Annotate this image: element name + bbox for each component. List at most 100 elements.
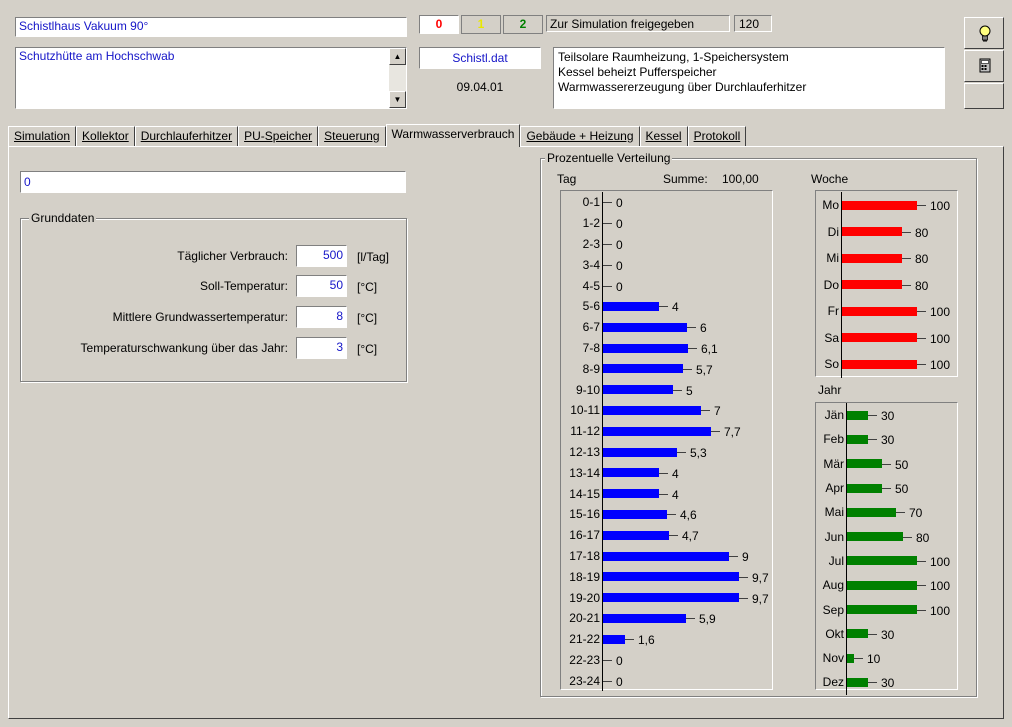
tag-value-label: 5,7	[696, 362, 713, 377]
woche-value-tick	[917, 205, 926, 207]
tag-category-label: 2-3	[582, 237, 600, 251]
tag-value-tick	[603, 264, 612, 266]
tag-value-label: 0	[616, 654, 623, 668]
jahr-value-label: 30	[881, 627, 895, 642]
tag-bar	[603, 468, 659, 478]
tab-simulation[interactable]: Simulation	[8, 126, 77, 146]
woche-category-label: Di	[827, 224, 839, 239]
extra-button[interactable]	[964, 83, 1004, 109]
tag-category-label: 4-5	[582, 278, 600, 293]
woche-bar	[842, 280, 902, 290]
system-line-2: Kessel beheizt Pufferspeicher	[558, 65, 717, 79]
system-description: Teilsolare Raumheizung, 1-Speichersystem…	[553, 47, 945, 109]
tag-category-label: 12-13	[569, 445, 600, 459]
tag-value-label: 4	[672, 487, 679, 502]
woche-bar	[842, 359, 917, 369]
jahr-value-label: 30	[881, 433, 895, 448]
jahr-bar	[847, 459, 882, 469]
tag-bar	[603, 634, 625, 644]
tab-gebäude-heizung[interactable]: Gebäude + Heizung	[520, 126, 640, 146]
grunddaten-label: Soll-Temperatur:	[199, 279, 288, 293]
tag-value-tick	[659, 306, 668, 308]
woche-value-tick	[917, 364, 926, 366]
grunddaten-label: Mittlere Grundwassertemperatur:	[112, 310, 288, 324]
tab-protokoll[interactable]: Protokoll	[687, 126, 747, 146]
tag-bar	[603, 364, 683, 374]
jahr-category-label: Aug	[822, 578, 844, 593]
tab-kollektor[interactable]: Kollektor	[76, 126, 135, 146]
description-scrollbar[interactable]: ▲ ▼	[389, 48, 406, 108]
tag-value-label: 1,6	[638, 633, 655, 648]
system-line-3: Warmwassererzeugung über Durchlauferhitz…	[558, 80, 807, 94]
tag-value-tick	[603, 680, 612, 682]
jahr-bar	[847, 532, 903, 542]
file-name-field[interactable]: Schistl.dat	[419, 47, 541, 69]
tag-value-tick	[711, 431, 720, 433]
tag-bar	[603, 426, 711, 436]
tag-bar	[603, 530, 669, 540]
status-green-indicator: 2	[503, 15, 543, 34]
woche-value-label: 100	[930, 331, 951, 346]
tag-value-label: 4,6	[680, 508, 697, 523]
grunddaten-value-input[interactable]: 50	[296, 275, 347, 297]
tag-value-label: 4,7	[682, 529, 699, 544]
calculator-icon	[979, 58, 991, 73]
scroll-down-icon[interactable]: ▼	[389, 91, 406, 108]
hint-button[interactable]	[964, 17, 1004, 49]
jahr-category-label: Nov	[822, 651, 844, 666]
project-name-field[interactable]: Schistlhaus Vakuum 90°	[15, 17, 407, 37]
tab-pu-speicher[interactable]: PU-Speicher	[238, 126, 319, 146]
grunddaten-value-input[interactable]: 8	[296, 306, 347, 328]
tag-category-label: 17-18	[569, 549, 600, 563]
jahr-category-label: Apr	[825, 481, 844, 496]
jahr-value-label: 50	[895, 482, 909, 497]
tag-value-tick	[625, 639, 634, 641]
tab-kessel[interactable]: Kessel	[639, 126, 688, 146]
tag-category-label: 22-23	[569, 653, 600, 667]
tag-category-label: 8-9	[582, 361, 600, 376]
tag-value-tick	[739, 597, 748, 599]
woche-title: Woche	[811, 172, 849, 186]
tag-value-tick	[687, 327, 696, 329]
woche-value-tick	[917, 311, 926, 313]
tag-value-label: 6	[700, 321, 707, 336]
tag-value-label: 5	[686, 383, 693, 398]
tag-value-tick	[677, 452, 686, 453]
tag-category-label: 7-8	[582, 341, 600, 355]
tag-category-label: 21-22	[569, 632, 600, 647]
jahr-value-label: 30	[881, 409, 895, 424]
grunddaten-value-input[interactable]: 500	[296, 245, 347, 267]
tab-bar: Simulation Kollektor Durchlauferhitzer PU-S…	[8, 124, 747, 147]
tag-category-label: 5-6	[582, 299, 600, 314]
jahr-value-label: 10	[867, 652, 881, 667]
tag-value-tick	[659, 493, 668, 495]
woche-value-label: 80	[915, 225, 929, 240]
jahr-category-label: Mai	[824, 505, 844, 520]
grunddaten-unit: [°C]	[357, 280, 378, 294]
jahr-value-label: 80	[916, 530, 930, 545]
tag-value-label: 6,1	[701, 342, 718, 356]
woche-category-label: Do	[823, 277, 839, 292]
tag-value-tick	[673, 389, 682, 391]
grunddaten-value-input[interactable]: 3	[296, 337, 347, 359]
jahr-bar	[847, 677, 868, 687]
status-text: Zur Simulation freigegeben	[546, 15, 730, 32]
description-field[interactable]: Schutzhütte am Hochschwab ▲ ▼	[15, 47, 407, 109]
tag-bar	[603, 322, 687, 332]
scroll-up-icon[interactable]: ▲	[389, 48, 406, 65]
tab-durchlauferhitzer[interactable]: Durchlauferhitzer	[134, 126, 239, 146]
tab-warmwasserverbrauch[interactable]: Warmwasserverbrauch	[385, 124, 521, 147]
tab-steuerung[interactable]: Steuerung	[318, 126, 386, 146]
jahr-value-tick	[903, 536, 912, 538]
name-input[interactable]: 0	[20, 171, 406, 193]
jahr-value-tick	[917, 560, 926, 562]
jahr-category-label: Jän	[824, 408, 844, 423]
tag-category-label: 18-19	[569, 569, 600, 584]
jahr-value-tick	[868, 682, 877, 684]
tag-category-label: 15-16	[569, 507, 600, 522]
grunddaten-unit: [°C]	[357, 311, 378, 325]
tag-category-label: 10-11	[570, 403, 600, 418]
jahr-value-tick	[917, 585, 926, 587]
jahr-category-label: Mär	[823, 456, 844, 471]
calculator-button[interactable]	[964, 50, 1004, 82]
